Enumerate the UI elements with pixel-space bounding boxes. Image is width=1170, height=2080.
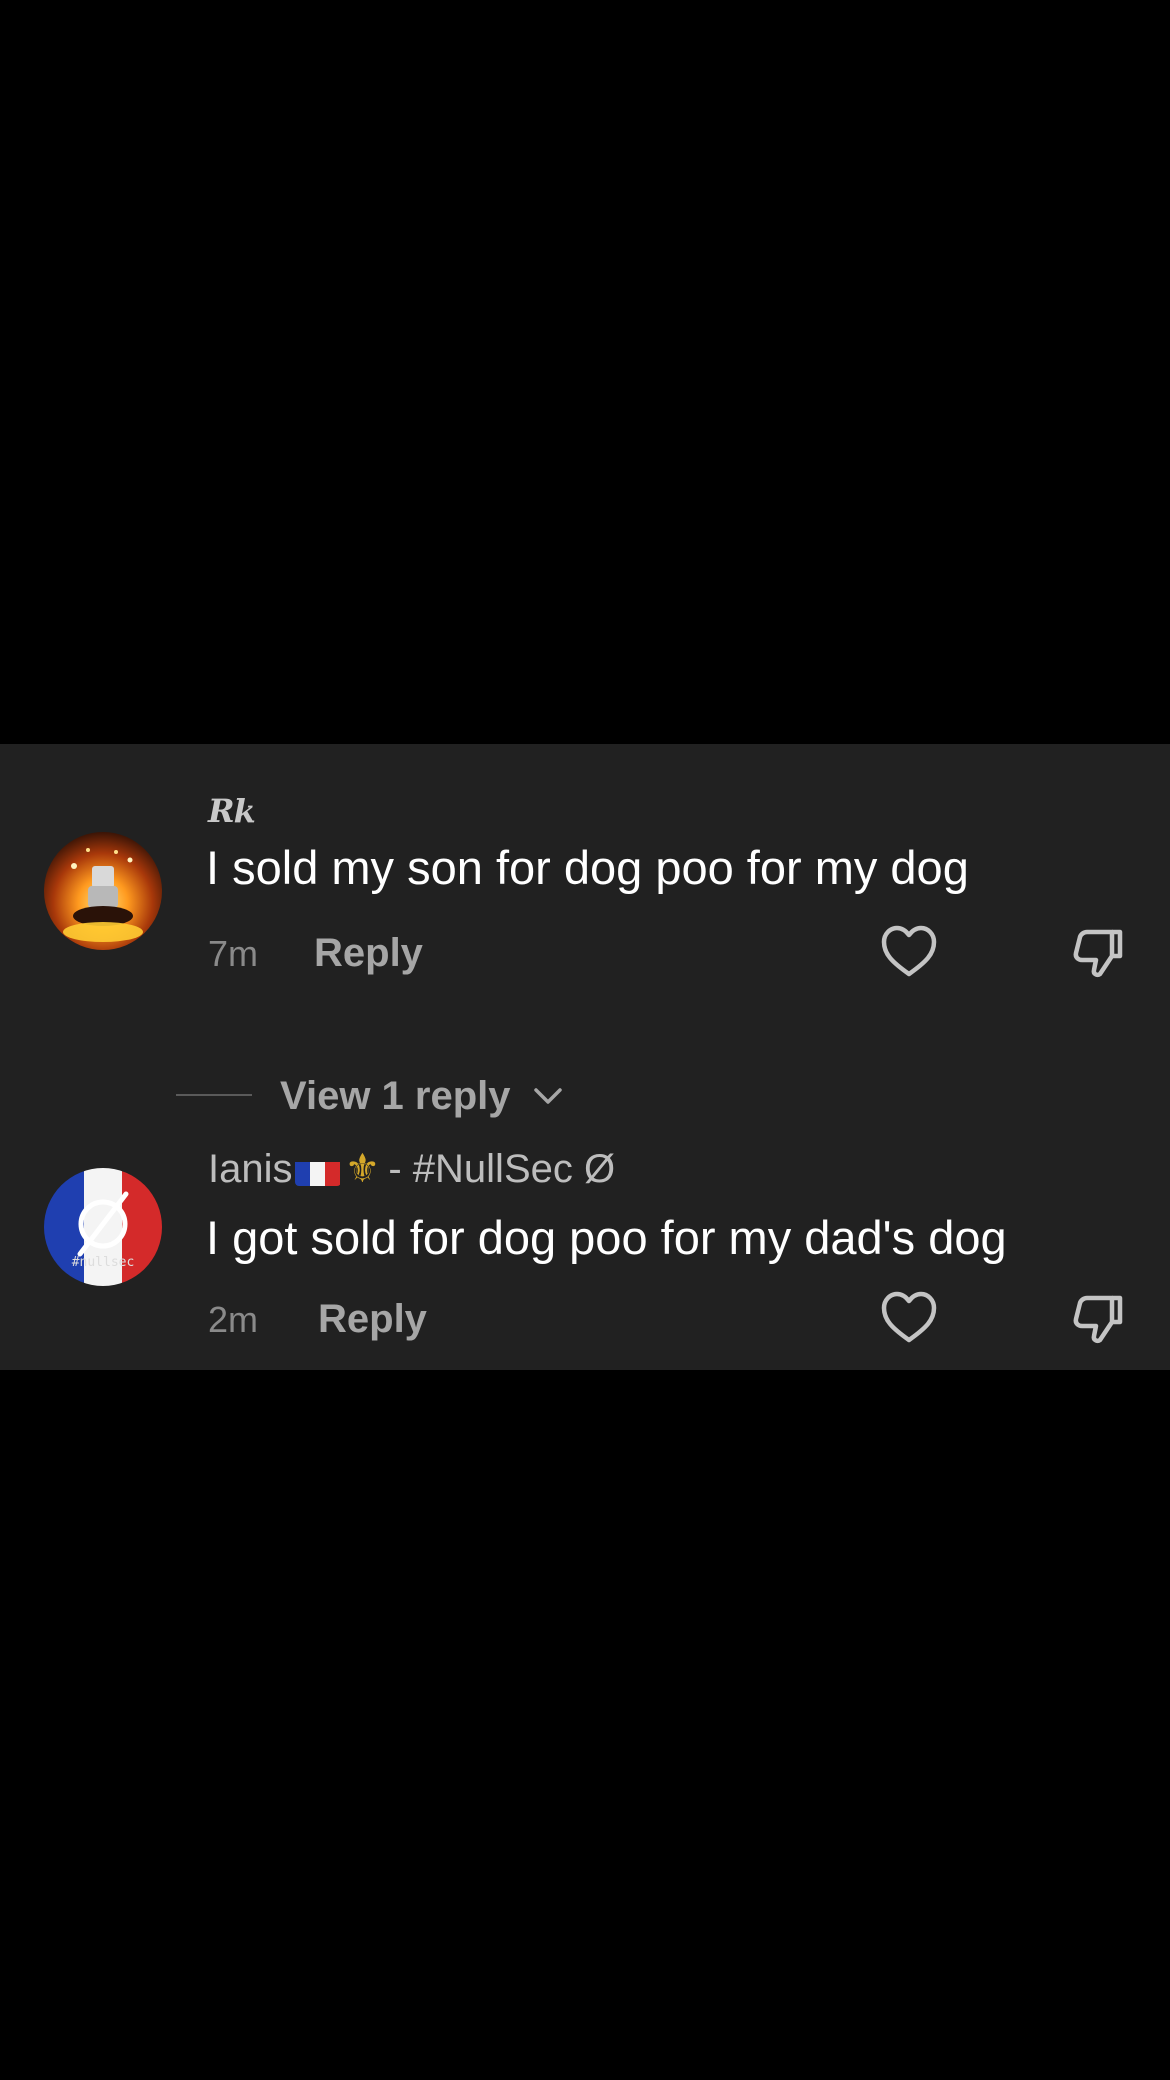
comment-timestamp: 2m	[208, 1299, 259, 1340]
reply-button[interactable]: Reply	[314, 930, 423, 976]
thumbs-down-icon[interactable]	[1070, 1290, 1126, 1346]
username-suffix: - #NullSec Ø	[388, 1147, 616, 1191]
svg-text:#nullsec: #nullsec	[72, 1255, 135, 1270]
comment-actions: 2m Reply	[208, 1288, 1123, 1348]
divider	[176, 1094, 252, 1096]
comment-actions: 7m Reply	[208, 922, 1123, 982]
comments-panel: Rk I sold my son for dog poo for my dog …	[0, 744, 1170, 1370]
view-replies-label: View 1 reply	[280, 1074, 511, 1118]
heart-icon[interactable]	[880, 1290, 938, 1346]
heart-icon[interactable]	[880, 924, 938, 980]
fire-avatar-icon	[44, 832, 162, 950]
fleur-de-lis-icon: ⚜	[344, 1147, 381, 1191]
avatar[interactable]	[44, 832, 162, 950]
comment-text: I sold my son for dog poo for my dog	[206, 841, 969, 894]
avatar[interactable]: #nullsec	[44, 1168, 162, 1286]
null-sign-avatar-icon: #nullsec	[44, 1168, 162, 1286]
reply-button[interactable]: Reply	[318, 1296, 427, 1342]
chevron-down-icon	[534, 1088, 562, 1104]
france-flag-icon	[294, 1154, 341, 1186]
comment-text: I got sold for dog poo for my dad's dog	[206, 1211, 1007, 1264]
comment-username[interactable]: Rk	[208, 784, 256, 838]
thumbs-down-icon[interactable]	[1070, 924, 1126, 980]
username-prefix: Ianis	[208, 1147, 293, 1191]
comment-timestamp: 7m	[208, 933, 259, 974]
comment-username[interactable]: Ianis ⚜ - #NullSec Ø	[208, 1142, 615, 1196]
view-replies-button[interactable]: View 1 reply	[176, 1066, 596, 1126]
